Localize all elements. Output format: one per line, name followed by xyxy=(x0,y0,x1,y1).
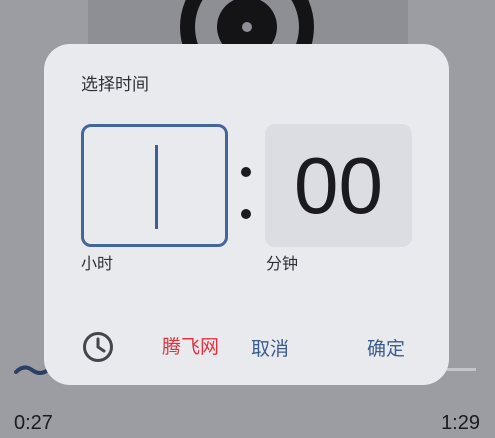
hour-input[interactable] xyxy=(81,124,228,247)
text-caret xyxy=(155,145,158,229)
dialog-title: 选择时间 xyxy=(81,75,149,95)
minute-input[interactable]: 00 xyxy=(265,124,412,247)
time-picker-dialog: 选择时间 00 小时 分钟 腾飞网 取消 确定 xyxy=(44,44,449,385)
watermark-text: 腾飞网 xyxy=(162,336,220,358)
minute-label: 分钟 xyxy=(266,254,299,273)
minute-value: 00 xyxy=(294,141,383,230)
ok-button[interactable]: 确定 xyxy=(367,334,405,361)
hour-label: 小时 xyxy=(81,254,114,273)
cancel-button[interactable]: 取消 xyxy=(251,334,289,361)
total-time: 1:29 xyxy=(441,412,480,434)
clock-icon[interactable] xyxy=(81,330,115,364)
elapsed-time: 0:27 xyxy=(14,412,53,434)
time-separator xyxy=(239,159,253,229)
